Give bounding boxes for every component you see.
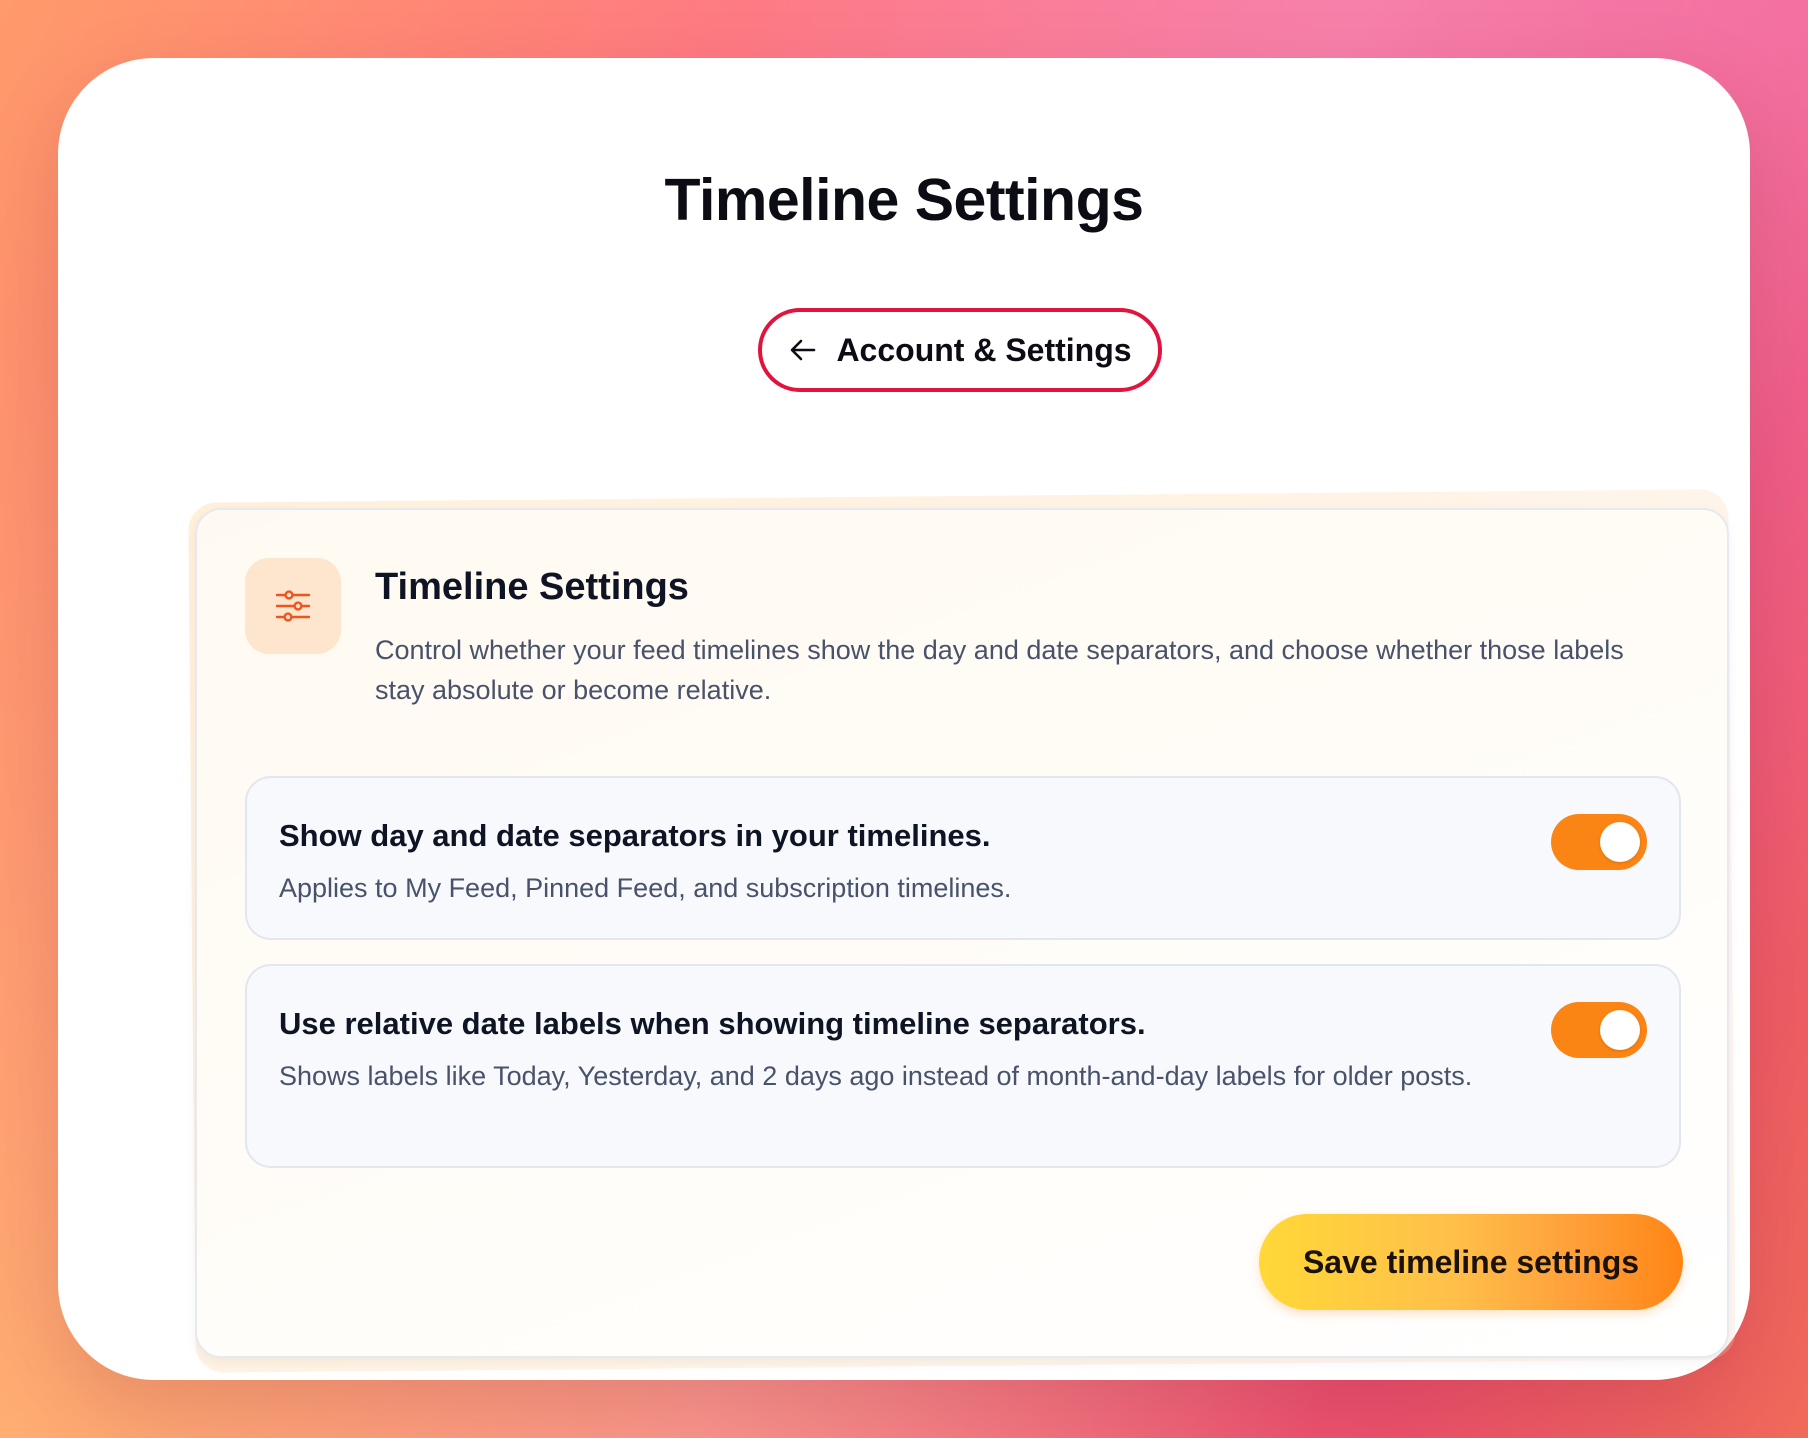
setting-description: Applies to My Feed, Pinned Feed, and sub… bbox=[279, 873, 1012, 903]
save-timeline-settings-button[interactable]: Save timeline settings bbox=[1259, 1214, 1683, 1310]
timeline-settings-card: Timeline Settings Control whether your f… bbox=[195, 508, 1729, 1358]
card-title: Timeline Settings bbox=[375, 566, 689, 608]
page-title: Timeline Settings bbox=[664, 167, 1144, 233]
setting-description: Shows labels like Today, Yesterday, and … bbox=[279, 1061, 1473, 1091]
date-separators-toggle[interactable] bbox=[1551, 814, 1647, 870]
arrow-left-icon bbox=[788, 335, 818, 365]
setting-row-relative-labels: Use relative date labels when showing ti… bbox=[245, 964, 1681, 1168]
toggle-knob bbox=[1600, 1010, 1640, 1050]
back-button-label: Account & Settings bbox=[836, 331, 1132, 368]
relative-labels-toggle[interactable] bbox=[1551, 1002, 1647, 1058]
sliders-icon bbox=[245, 558, 341, 654]
settings-window: Timeline Settings Account & Settings Tim… bbox=[58, 58, 1750, 1380]
setting-title: Show day and date separators in your tim… bbox=[279, 818, 991, 853]
back-to-account-settings-button[interactable]: Account & Settings bbox=[758, 308, 1162, 392]
setting-title: Use relative date labels when showing ti… bbox=[279, 1006, 1146, 1041]
card-description: Control whether your feed timelines show… bbox=[375, 635, 1624, 705]
toggle-knob bbox=[1600, 822, 1640, 862]
setting-row-date-separators: Show day and date separators in your tim… bbox=[245, 776, 1681, 940]
